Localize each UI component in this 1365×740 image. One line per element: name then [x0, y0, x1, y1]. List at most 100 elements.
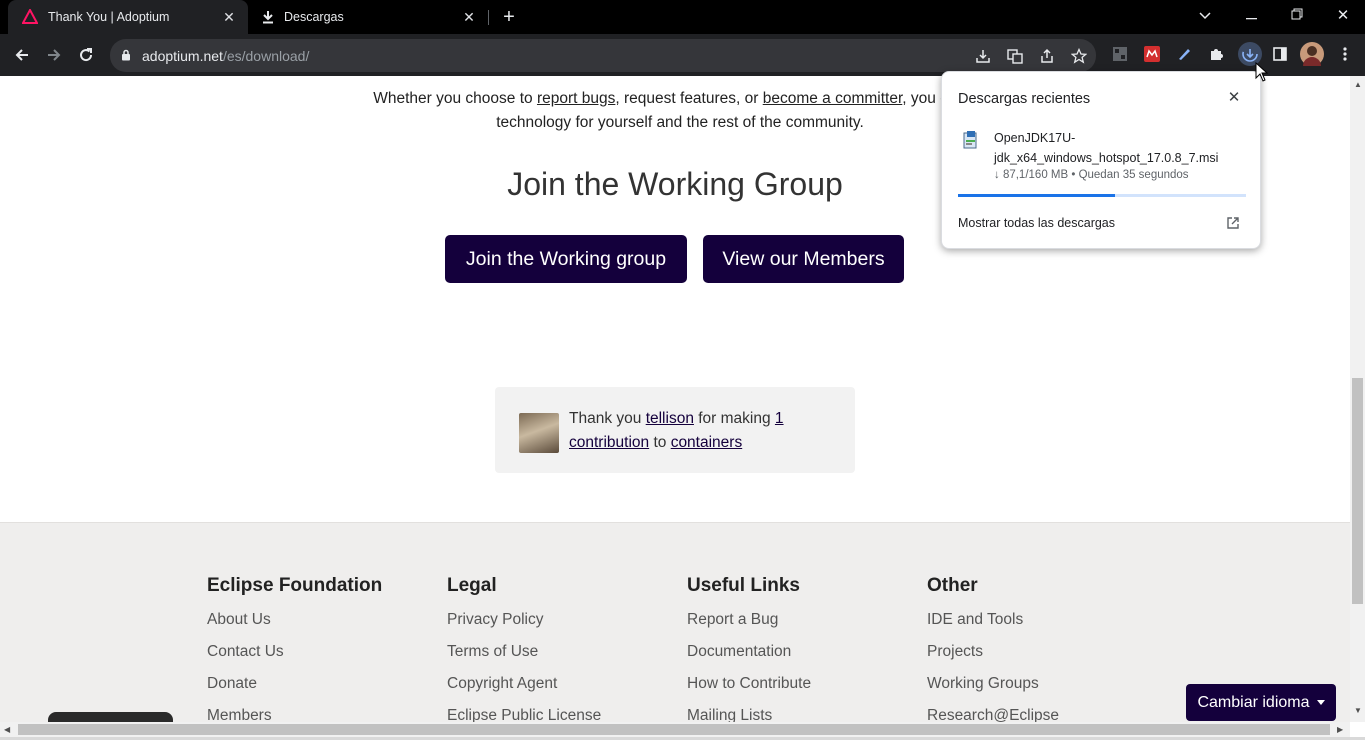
contributor-link[interactable]: tellison — [646, 410, 694, 427]
back-arrow-icon — [15, 49, 28, 61]
forward-arrow-icon — [48, 49, 61, 61]
site-footer: Eclipse Foundation About Us Contact Us D… — [0, 522, 1350, 722]
downloads-popup-title: Descargas recientes — [958, 91, 1091, 107]
forward-button[interactable] — [41, 42, 67, 68]
footer-link-docs[interactable]: Documentation — [687, 640, 811, 672]
footer-link-about[interactable]: About Us — [207, 608, 382, 640]
footer-link-epl[interactable]: Eclipse Public License — [447, 704, 601, 722]
scroll-up-icon[interactable]: ▲ — [1354, 80, 1362, 89]
bookmark-star-icon[interactable] — [1068, 45, 1090, 67]
footer-link-report-bug[interactable]: Report a Bug — [687, 608, 811, 640]
change-language-label: Cambiar idioma — [1197, 693, 1310, 711]
scroll-down-icon[interactable]: ▼ — [1354, 706, 1362, 715]
become-committer-link[interactable]: become a committer — [763, 90, 903, 107]
tab-strip: Thank You | Adoptium ✕ Descargas ✕ + ✕ — [0, 0, 1365, 34]
horizontal-scroll-thumb[interactable] — [18, 724, 1330, 735]
tab-search-chevron-icon[interactable] — [1190, 4, 1220, 28]
footer-column-other: Other IDE and Tools Projects Working Gro… — [927, 575, 1059, 722]
horizontal-scrollbar[interactable]: ◀ ▶ — [0, 722, 1350, 737]
vertical-scrollbar[interactable]: ▲ ▼ — [1350, 76, 1365, 722]
footer-column-eclipse: Eclipse Foundation About Us Contact Us D… — [207, 575, 382, 722]
footer-column-useful: Useful Links Report a Bug Documentation … — [687, 575, 811, 722]
footer-link-contribute[interactable]: How to Contribute — [687, 672, 811, 704]
qr-extension-icon[interactable] — [1109, 43, 1131, 65]
footer-link-terms[interactable]: Terms of Use — [447, 640, 601, 672]
scroll-left-icon[interactable]: ◀ — [4, 725, 10, 734]
lead-text-part: , request features, or — [615, 90, 763, 107]
mouse-cursor-icon — [1255, 62, 1269, 82]
thanks-text-part: for making — [693, 410, 775, 427]
footer-link-working-groups[interactable]: Working Groups — [927, 672, 1059, 704]
url-text: adoptium.net/es/download/ — [142, 48, 309, 64]
footer-link-privacy[interactable]: Privacy Policy — [447, 608, 601, 640]
lead-text-part: Whether you choose to — [373, 90, 537, 107]
view-members-button[interactable]: View our Members — [703, 235, 904, 283]
lock-icon — [122, 49, 130, 61]
install-app-icon[interactable] — [972, 45, 994, 67]
extensions-puzzle-icon[interactable] — [1205, 43, 1227, 65]
footer-link-projects[interactable]: Projects — [927, 640, 1059, 672]
show-all-downloads-link[interactable]: Mostrar todas las descargas — [958, 216, 1115, 230]
file-name-line1: OpenJDK17U- — [994, 131, 1076, 145]
address-bar[interactable]: adoptium.net/es/download/ — [110, 39, 1096, 72]
translate-icon[interactable] — [1004, 45, 1026, 67]
close-window-icon[interactable]: ✕ — [1328, 4, 1358, 28]
reload-button[interactable] — [73, 42, 99, 68]
download-status: ↓ 87,1/160 MB • Quedan 35 segundos — [994, 169, 1189, 181]
new-tab-button[interactable]: + — [498, 6, 520, 28]
close-tab-icon[interactable]: ✕ — [220, 8, 238, 26]
tab-title: Thank You | Adoptium — [48, 10, 170, 24]
back-button[interactable] — [9, 42, 35, 68]
footer-link-research[interactable]: Research@Eclipse — [927, 704, 1059, 722]
download-icon — [263, 11, 273, 24]
join-working-group-button[interactable]: Join the Working group — [445, 235, 687, 283]
footer-link-contact[interactable]: Contact Us — [207, 640, 382, 672]
tab-descargas[interactable]: Descargas ✕ — [250, 0, 488, 34]
thanks-text-part: Thank you — [569, 410, 646, 427]
footer-link-members[interactable]: Members — [207, 704, 382, 722]
change-language-button[interactable]: Cambiar idioma — [1186, 684, 1336, 721]
download-progress-fill — [958, 194, 1115, 197]
url-path: /es/download/ — [222, 48, 310, 64]
contributor-avatar[interactable] — [519, 413, 559, 453]
close-popup-icon[interactable]: ✕ — [1226, 90, 1242, 106]
footer-link-ide[interactable]: IDE and Tools — [927, 608, 1059, 640]
menu-kebab-icon[interactable] — [1334, 43, 1356, 65]
footer-heading: Useful Links — [687, 575, 800, 596]
downloads-popup: Descargas recientes ✕ OpenJDK17U- jdk_x6… — [941, 71, 1261, 249]
footer-link-donate[interactable]: Donate — [207, 672, 382, 704]
download-progress-icon — [1242, 46, 1258, 62]
pen-extension-icon[interactable] — [1173, 43, 1195, 65]
file-name-line2: jdk_x64_windows_hotspot_17.0.8_7.msi — [994, 151, 1219, 165]
contributor-thanks-card: Thank you tellison for making 1 contribu… — [495, 387, 855, 473]
thanks-text-part: to — [649, 434, 671, 451]
tab-divider — [488, 10, 489, 25]
url-host: adoptium.net — [142, 48, 223, 64]
adoptium-logo-icon — [22, 9, 38, 24]
scroll-right-icon[interactable]: ▶ — [1337, 725, 1343, 734]
profile-avatar[interactable] — [1300, 42, 1324, 66]
share-icon[interactable] — [1036, 45, 1058, 67]
download-progress-bar — [958, 194, 1246, 197]
restore-icon[interactable] — [1282, 4, 1312, 28]
msi-file-icon — [963, 131, 977, 149]
tab-adoptium[interactable]: Thank You | Adoptium ✕ — [8, 0, 248, 34]
floating-widget-tab[interactable] — [48, 712, 173, 722]
thanks-text: Thank you tellison for making 1 contribu… — [569, 407, 839, 455]
open-external-icon[interactable] — [1226, 216, 1240, 230]
minimize-icon[interactable] — [1236, 4, 1266, 28]
footer-heading: Legal — [447, 575, 497, 596]
footer-link-copyright[interactable]: Copyright Agent — [447, 672, 601, 704]
caret-down-icon — [1316, 700, 1325, 705]
close-tab-icon[interactable]: ✕ — [460, 8, 478, 26]
mendeley-extension-icon[interactable] — [1141, 43, 1163, 65]
footer-heading: Other — [927, 575, 978, 596]
tab-title: Descargas — [284, 10, 344, 24]
side-panel-icon[interactable] — [1269, 43, 1291, 65]
report-bugs-link[interactable]: report bugs — [537, 90, 615, 107]
repo-link[interactable]: containers — [671, 434, 743, 451]
footer-link-mailing[interactable]: Mailing Lists — [687, 704, 811, 722]
download-file-name[interactable]: OpenJDK17U- jdk_x64_windows_hotspot_17.0… — [994, 128, 1244, 168]
browser-toolbar: adoptium.net/es/download/ — [0, 34, 1365, 76]
vertical-scroll-thumb[interactable] — [1352, 378, 1363, 604]
